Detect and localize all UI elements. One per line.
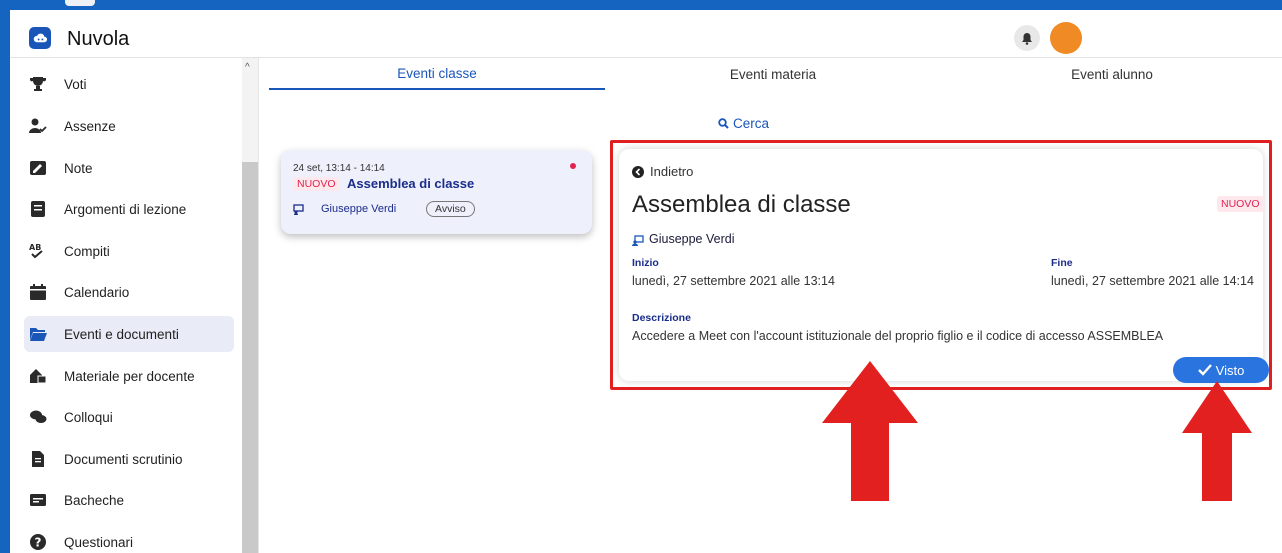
- sidebar: Voti Assenze Note Argomenti di lezione A…: [10, 58, 258, 553]
- new-badge: NUOVO: [1217, 196, 1264, 212]
- sidebar-item-voti[interactable]: Voti: [24, 66, 234, 102]
- user-check-icon: [27, 117, 49, 135]
- detail-title: Assemblea di classe: [632, 191, 851, 218]
- document-icon: [27, 450, 49, 468]
- search-icon: [718, 118, 729, 129]
- sidebar-item-label: Questionari: [64, 534, 134, 550]
- sidebar-item-label: Argomenti di lezione: [64, 201, 187, 217]
- event-time: 24 set, 13:14 - 14:14: [293, 163, 385, 174]
- app-title: Nuvola: [67, 28, 130, 50]
- tab-eventi-materia[interactable]: Eventi materia: [605, 58, 941, 90]
- sidebar-item-label: Voti: [64, 76, 87, 92]
- chat-bubbles-icon: [27, 408, 49, 426]
- seen-button[interactable]: Visto: [1173, 357, 1269, 383]
- folder-open-icon: [27, 325, 49, 343]
- sidebar-item-compiti[interactable]: AB Compiti: [24, 233, 234, 269]
- sidebar-scrollbar-thumb[interactable]: [242, 162, 258, 553]
- teacher-icon: [632, 235, 644, 246]
- sidebar-item-label: Documenti scrutinio: [64, 451, 183, 467]
- sidebar-item-eventi[interactable]: Eventi e documenti: [24, 316, 234, 352]
- end-label: Fine: [1051, 257, 1073, 269]
- book-icon: [27, 200, 49, 218]
- new-badge: NUOVO: [293, 177, 340, 191]
- calendar-icon: [27, 283, 49, 301]
- svg-text:?: ?: [35, 536, 42, 550]
- sidebar-item-label: Assenze: [64, 118, 116, 134]
- house-share-icon: [27, 367, 49, 385]
- teacher-icon: [293, 204, 304, 215]
- sidebar-item-label: Note: [64, 160, 93, 176]
- trophy-icon: [27, 75, 49, 93]
- nuvola-logo-icon[interactable]: [29, 27, 51, 49]
- event-teacher: Giuseppe Verdi: [321, 203, 397, 215]
- event-type-badge: Avviso: [426, 201, 475, 217]
- event-tabs: Eventi classe Eventi materia Eventi alun…: [269, 58, 1282, 90]
- app-bar: Nuvola: [10, 10, 1282, 58]
- event-detail-highlight: Indietro Assemblea di classe NUOVO Giuse…: [610, 140, 1272, 390]
- question-circle-icon: ?: [27, 533, 49, 551]
- sidebar-item-assenze[interactable]: Assenze: [24, 108, 234, 144]
- svg-text:AB: AB: [29, 243, 41, 252]
- window-top-strip: [0, 0, 1282, 10]
- description-text: Accedere a Meet con l'account istituzion…: [632, 329, 1164, 343]
- sidebar-item-label: Compiti: [64, 243, 110, 259]
- sidebar-item-argomenti[interactable]: Argomenti di lezione: [24, 191, 234, 227]
- tab-eventi-alunno[interactable]: Eventi alunno: [941, 58, 1282, 90]
- main-content: Eventi classe Eventi materia Eventi alun…: [258, 58, 1282, 553]
- unread-dot: [570, 163, 576, 169]
- sidebar-item-colloqui[interactable]: Colloqui: [24, 399, 234, 435]
- user-avatar[interactable]: [1050, 22, 1082, 54]
- scroll-up-chevron-icon[interactable]: ^: [245, 62, 250, 73]
- event-card[interactable]: 24 set, 13:14 - 14:14 NUOVO Assemblea di…: [281, 150, 592, 234]
- browser-tab-ghost: [65, 0, 95, 6]
- sidebar-item-bacheche[interactable]: Bacheche: [24, 482, 234, 518]
- sidebar-item-calendario[interactable]: Calendario: [24, 274, 234, 310]
- end-value: lunedì, 27 settembre 2021 alle 14:14: [1051, 274, 1254, 288]
- start-label: Inizio: [632, 257, 659, 269]
- back-label: Indietro: [650, 164, 694, 179]
- search-label: Cerca: [733, 116, 770, 131]
- description-label: Descrizione: [632, 312, 691, 324]
- sidebar-item-materiale[interactable]: Materiale per docente: [24, 358, 234, 394]
- notifications-bell-icon[interactable]: [1014, 25, 1040, 51]
- start-value: lunedì, 27 settembre 2021 alle 13:14: [632, 274, 835, 288]
- sidebar-item-label: Materiale per docente: [64, 368, 195, 384]
- checkmark-icon: [1197, 364, 1212, 376]
- detail-teacher: Giuseppe Verdi: [649, 232, 735, 246]
- sidebar-item-label: Calendario: [64, 284, 130, 300]
- sidebar-item-note[interactable]: Note: [24, 150, 234, 186]
- tab-eventi-classe[interactable]: Eventi classe: [269, 58, 605, 90]
- event-title: Assemblea di classe: [347, 176, 475, 191]
- red-up-arrow-annotation: [822, 361, 918, 501]
- back-button[interactable]: Indietro: [632, 164, 693, 179]
- sidebar-item-questionari[interactable]: ? Questionari: [24, 524, 234, 553]
- event-detail-panel: Indietro Assemblea di classe NUOVO Giuse…: [619, 149, 1269, 383]
- sidebar-item-label: Bacheche: [64, 492, 125, 508]
- red-up-arrow-annotation: [1182, 381, 1252, 501]
- sidebar-item-label: Eventi e documenti: [64, 326, 179, 342]
- note-icon: [27, 159, 49, 177]
- sidebar-item-label: Colloqui: [64, 409, 113, 425]
- seen-label: Visto: [1215, 362, 1245, 378]
- search-button[interactable]: Cerca: [718, 116, 769, 131]
- ab-check-icon: AB: [27, 242, 49, 260]
- sidebar-item-documenti-scrutinio[interactable]: Documenti scrutinio: [24, 441, 234, 477]
- back-arrow-icon: [632, 165, 644, 178]
- app-frame: Nuvola Voti Assenze Note Argomenti di le…: [10, 10, 1282, 553]
- board-icon: [27, 491, 49, 509]
